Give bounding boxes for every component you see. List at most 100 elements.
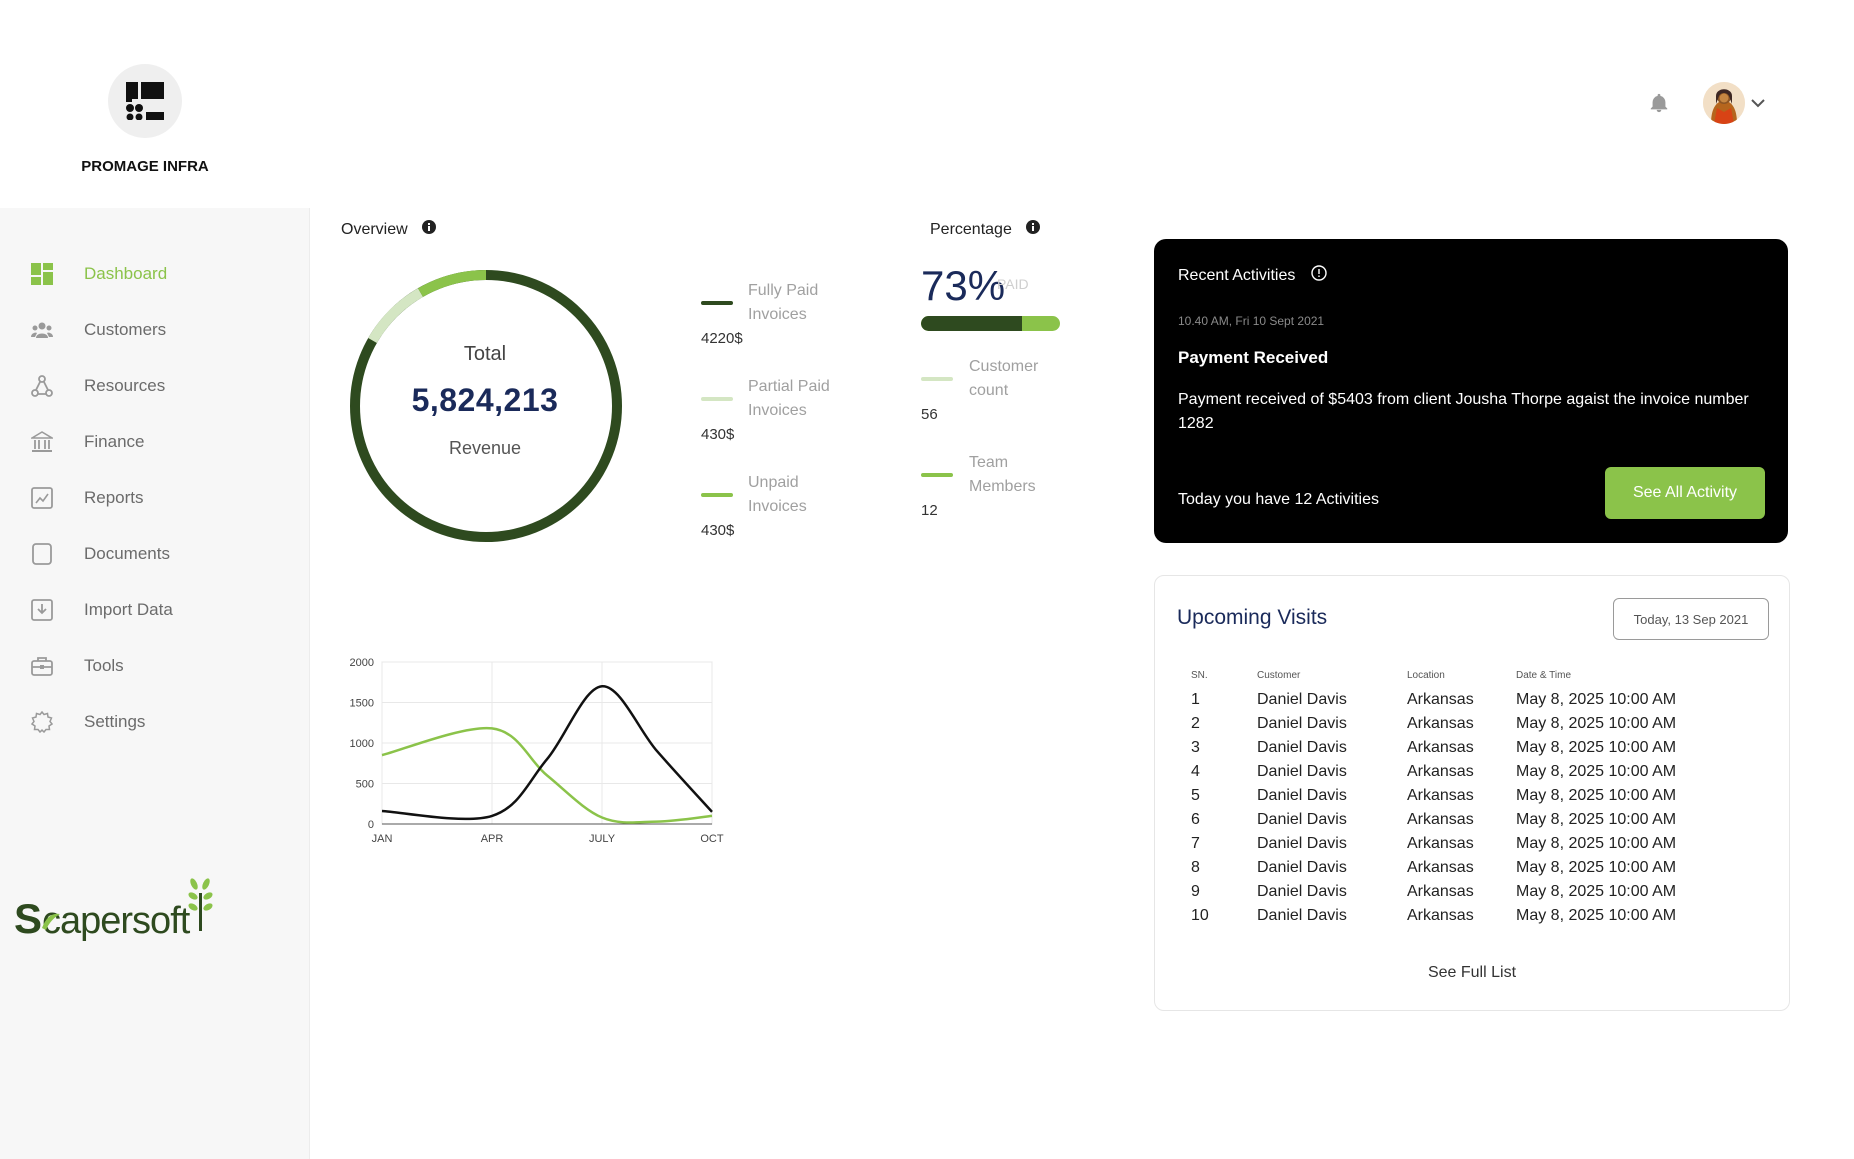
sidebar-item-resources[interactable]: Resources [30, 372, 165, 400]
cell-sn: 7 [1191, 835, 1200, 852]
resources-icon [30, 374, 54, 398]
sidebar-item-label: Resources [84, 376, 166, 395]
clock-info-icon[interactable] [1311, 265, 1328, 286]
cell-location: Arkansas [1407, 787, 1474, 804]
customers-icon [30, 318, 54, 342]
legend-value-unpaid: 430$ [701, 522, 735, 539]
cell-date-time: May 8, 2025 10:00 AM [1516, 739, 1677, 756]
cell-sn: 10 [1191, 907, 1209, 924]
donut-revenue-label: Revenue [448, 438, 522, 458]
see-full-list-link[interactable]: See Full List [1155, 964, 1789, 982]
table-row[interactable]: 8 Daniel Davis Arkansas May 8, 2025 10:00 A… [1191, 856, 1716, 880]
sidebar-item-settings[interactable]: Settings [30, 708, 145, 736]
legend-value-customer-count: 56 [921, 406, 938, 423]
cell-sn: 3 [1191, 739, 1200, 756]
cell-date-time: May 8, 2025 10:00 AM [1516, 763, 1677, 780]
percentage-value: 73% [921, 262, 1006, 309]
table-row[interactable]: 5 Daniel Davis Arkansas May 8, 2025 10:00 A… [1191, 784, 1716, 808]
y-tick-label: 0 [368, 819, 374, 831]
recent-activities-panel: Recent Activities 10.40 AM, Fri 10 Sept … [1154, 239, 1788, 543]
cell-date-time: May 8, 2025 10:00 AM [1516, 859, 1677, 876]
column-header-sn: SN. [1191, 669, 1208, 681]
sidebar-item-customers[interactable]: Customers [30, 316, 166, 344]
bank-icon [30, 430, 54, 454]
cell-location: Arkansas [1407, 859, 1474, 876]
sidebar-item-documents[interactable]: Documents [30, 540, 170, 568]
sidebar-item-tools[interactable]: Tools [30, 652, 124, 680]
x-tick-label: JULY [589, 833, 616, 845]
y-tick-label: 1500 [350, 698, 374, 710]
table-header-row: SN. Customer Location Date & Time [1191, 668, 1716, 688]
info-icon[interactable] [421, 220, 436, 239]
cell-location: Arkansas [1407, 715, 1474, 732]
date-filter-button[interactable]: Today, 13 Sep 2021 [1613, 598, 1769, 640]
table-row[interactable]: 9 Daniel Davis Arkansas May 8, 2025 10:00 A… [1191, 880, 1716, 904]
cell-sn: 4 [1191, 763, 1200, 780]
column-header-customer: Customer [1257, 669, 1301, 681]
info-icon[interactable] [1025, 220, 1040, 239]
user-avatar[interactable] [1703, 82, 1745, 124]
chart-series-line-2 [381, 685, 713, 821]
cell-location: Arkansas [1407, 763, 1474, 780]
sidebar-item-label: Import Data [84, 600, 173, 619]
y-tick-label: 500 [356, 779, 374, 791]
x-tick-label: APR [481, 833, 504, 845]
cell-customer: Daniel Davis [1257, 715, 1347, 732]
legend-label-fully-paid: Fully Paid Invoices [748, 282, 819, 323]
cell-date-time: May 8, 2025 10:00 AM [1516, 811, 1677, 828]
activity-heading: Payment Received [1178, 348, 1329, 367]
cell-customer: Daniel Davis [1257, 883, 1347, 900]
sidebar-item-label: Documents [84, 544, 170, 563]
brand-logo [108, 64, 182, 138]
x-tick-label: OCT [700, 833, 724, 845]
cell-customer: Daniel Davis [1257, 691, 1347, 708]
donut-segment-partial-paid [368, 288, 424, 344]
cell-customer: Daniel Davis [1257, 811, 1347, 828]
table-row[interactable]: 2 Daniel Davis Arkansas May 8, 2025 10:00 A… [1191, 712, 1716, 736]
sidebar-item-label: Reports [84, 488, 144, 507]
donut-total-label: Total [463, 343, 507, 365]
y-tick-label: 1000 [350, 738, 374, 750]
chevron-down-icon[interactable] [1750, 96, 1766, 114]
cell-sn: 5 [1191, 787, 1200, 804]
cell-customer: Daniel Davis [1257, 907, 1347, 924]
legend-swatch-partial-paid [701, 397, 733, 401]
cell-date-time: May 8, 2025 10:00 AM [1516, 715, 1677, 732]
table-row[interactable]: 4 Daniel Davis Arkansas May 8, 2025 10:00 A… [1191, 760, 1716, 784]
reports-icon [30, 486, 54, 510]
upcoming-visits-panel: Upcoming Visits Today, 13 Sep 2021 SN. C… [1154, 575, 1790, 1011]
legend-label-partial-paid: Partial Paid Invoices [748, 378, 830, 419]
table-row[interactable]: 3 Daniel Davis Arkansas May 8, 2025 10:00 A… [1191, 736, 1716, 760]
legend-swatch-unpaid [701, 493, 733, 497]
cell-date-time: May 8, 2025 10:00 AM [1516, 883, 1677, 900]
sidebar-item-label: Settings [84, 712, 146, 731]
cell-date-time: May 8, 2025 10:00 AM [1516, 691, 1677, 708]
cell-location: Arkansas [1407, 739, 1474, 756]
cell-customer: Daniel Davis [1257, 859, 1347, 876]
dashboard-icon [30, 262, 54, 286]
table-row[interactable]: 10 Daniel Davis Arkansas May 8, 2025 10:00 … [1191, 904, 1716, 928]
table-row[interactable]: 6 Daniel Davis Arkansas May 8, 2025 10:00 A… [1191, 808, 1716, 832]
bell-icon[interactable] [1648, 92, 1670, 119]
import-icon [30, 598, 54, 622]
table-row[interactable]: 1 Daniel Davis Arkansas May 8, 2025 10:00 A… [1191, 688, 1716, 712]
cell-sn: 6 [1191, 811, 1200, 828]
sidebar-item-dashboard[interactable]: Dashboard [30, 260, 167, 288]
sidebar-item-reports[interactable]: Reports [30, 484, 144, 512]
see-all-activity-button[interactable]: See All Activity [1605, 467, 1765, 519]
gear-icon [30, 710, 54, 734]
legend-label-unpaid: Unpaid Invoices [748, 474, 807, 515]
cell-location: Arkansas [1407, 883, 1474, 900]
cell-sn: 8 [1191, 859, 1200, 876]
sidebar-item-finance[interactable]: Finance [30, 428, 144, 456]
activity-count: Today you have 12 Activities [1178, 491, 1380, 508]
cell-location: Arkansas [1407, 811, 1474, 828]
footer-logo: S capersoft [14, 878, 224, 953]
cell-customer: Daniel Davis [1257, 763, 1347, 780]
sidebar-item-import-data[interactable]: Import Data [30, 596, 173, 624]
cell-location: Arkansas [1407, 835, 1474, 852]
cell-location: Arkansas [1407, 907, 1474, 924]
chart-series-line-1 [381, 726, 713, 824]
donut-segment-unpaid [418, 270, 487, 297]
table-row[interactable]: 7 Daniel Davis Arkansas May 8, 2025 10:00 A… [1191, 832, 1716, 856]
